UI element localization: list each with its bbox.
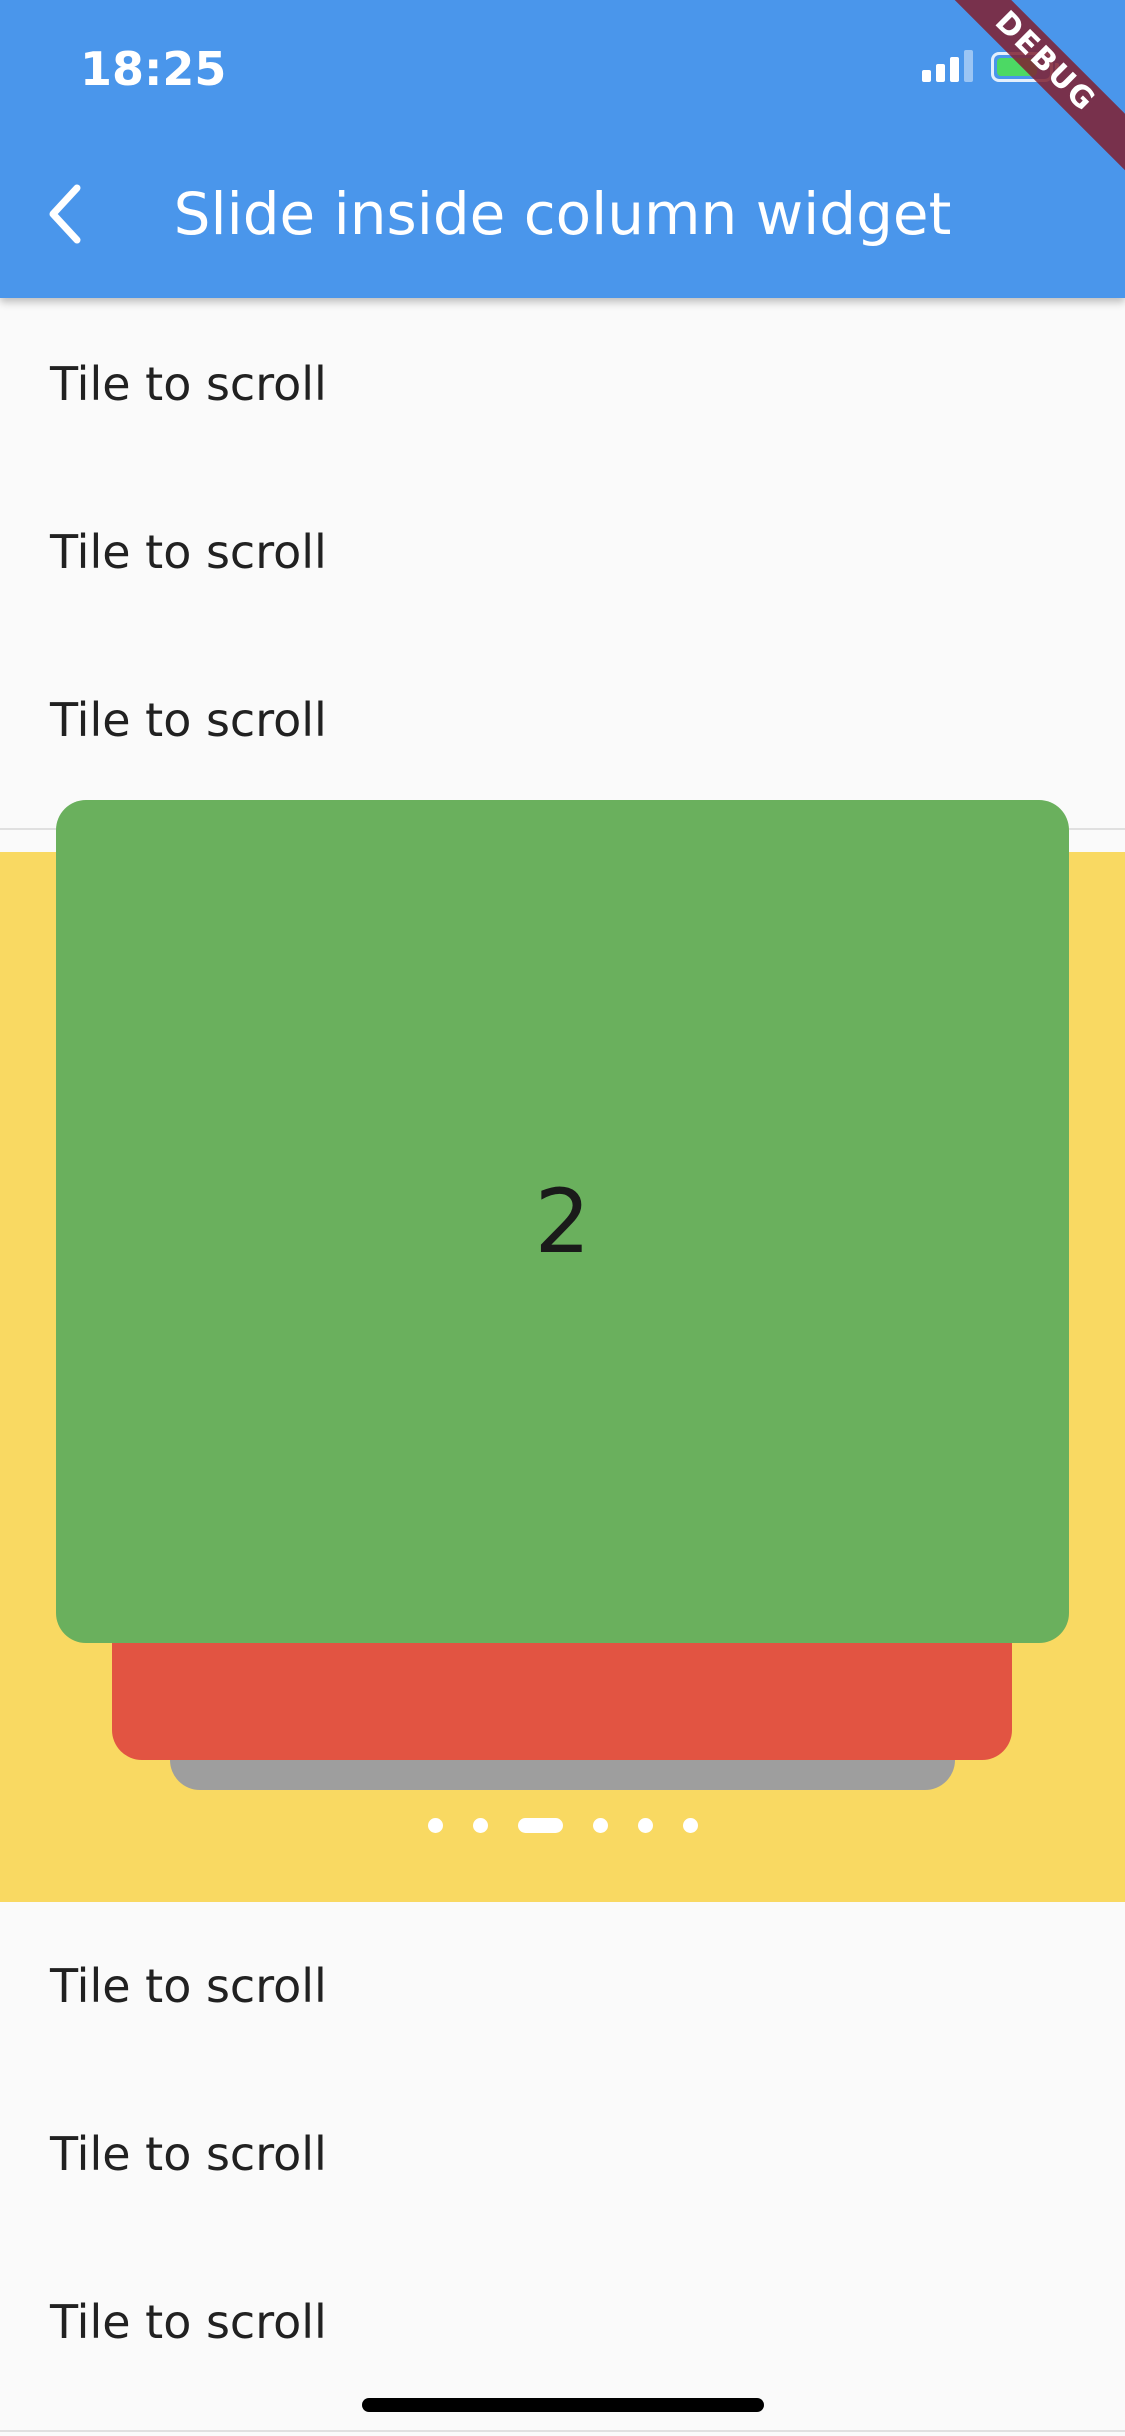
status-time: 18:25 xyxy=(80,42,227,96)
tile-label: Tile to scroll xyxy=(50,1959,327,2013)
list-tile[interactable]: Tile to scroll xyxy=(0,2070,1125,2238)
tile-label: Tile to scroll xyxy=(50,525,327,579)
page-dot[interactable] xyxy=(427,1818,443,1833)
page-dot[interactable] xyxy=(472,1818,488,1833)
list-tile[interactable]: Tile to scroll xyxy=(0,1902,1125,2070)
divider xyxy=(0,2430,1125,2432)
tile-label: Tile to scroll xyxy=(50,693,327,747)
list-tile[interactable]: Tile to scroll xyxy=(0,468,1125,636)
list-tile[interactable]: Tile to scroll xyxy=(0,2238,1125,2406)
slider-card-current[interactable]: 2 xyxy=(56,800,1069,1643)
page-dot[interactable] xyxy=(637,1818,653,1833)
tile-label: Tile to scroll xyxy=(50,357,327,411)
list-tile[interactable]: Tile to scroll xyxy=(0,300,1125,468)
tile-label: Tile to scroll xyxy=(50,2127,327,2181)
debug-banner: DEBUG xyxy=(925,0,1125,200)
debug-banner-label: DEBUG xyxy=(925,0,1125,183)
card-number: 2 xyxy=(534,1170,591,1273)
page-dot[interactable] xyxy=(682,1818,698,1833)
home-indicator[interactable] xyxy=(362,2398,764,2412)
list-tile[interactable]: Tile to scroll xyxy=(0,636,1125,804)
page-dot-active[interactable] xyxy=(517,1818,563,1833)
tile-label: Tile to scroll xyxy=(50,2295,327,2349)
page-indicator xyxy=(0,1818,1125,1833)
page-dot[interactable] xyxy=(592,1818,608,1833)
